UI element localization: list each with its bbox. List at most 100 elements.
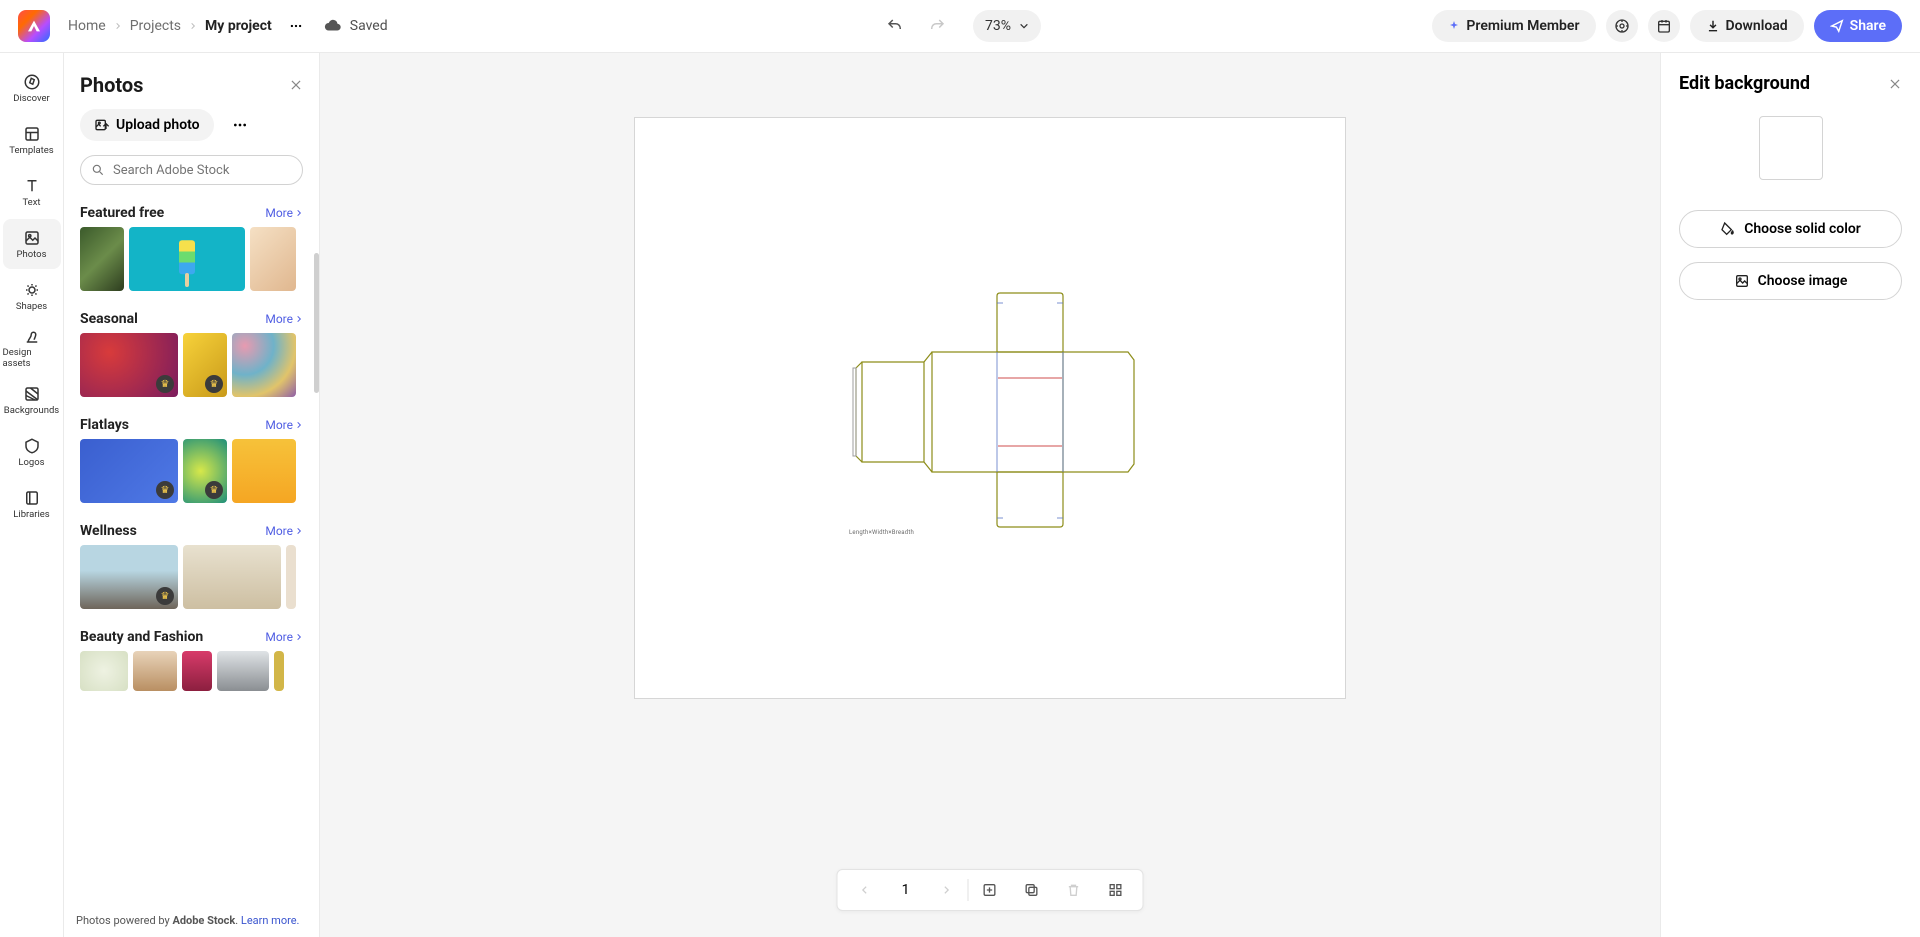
- photo-thumb[interactable]: ♛: [183, 439, 227, 503]
- premium-badge-icon: ♛: [156, 375, 174, 393]
- redo-button[interactable]: [921, 10, 953, 42]
- search-input[interactable]: [113, 163, 292, 178]
- add-page-button[interactable]: [969, 869, 1011, 911]
- chevron-right-icon: [114, 22, 122, 30]
- photo-thumb[interactable]: [217, 651, 269, 691]
- rail-text[interactable]: Text: [3, 167, 61, 217]
- panel-scrollbar[interactable]: [314, 253, 319, 393]
- rail-photos[interactable]: Photos: [3, 219, 61, 269]
- premium-badge-icon: ♛: [156, 587, 174, 605]
- premium-badge-icon: ♛: [205, 481, 223, 499]
- photo-thumb[interactable]: [129, 227, 245, 291]
- photo-thumb[interactable]: [133, 651, 177, 691]
- artboard[interactable]: Length×Width×Breadth: [634, 117, 1346, 699]
- page-number: 1: [886, 882, 926, 898]
- photo-thumb[interactable]: [250, 227, 296, 291]
- saved-label: Saved: [350, 18, 388, 34]
- photo-thumb[interactable]: [182, 651, 212, 691]
- rail-discover[interactable]: Discover: [3, 63, 61, 113]
- photo-thumb[interactable]: ♛: [80, 439, 178, 503]
- photo-thumb[interactable]: [80, 227, 124, 291]
- premium-button[interactable]: Premium Member: [1432, 10, 1595, 42]
- photo-thumb[interactable]: [183, 545, 281, 609]
- duplicate-page-button[interactable]: [1011, 869, 1053, 911]
- section-title: Beauty and Fashion: [80, 629, 203, 645]
- close-right-panel-button[interactable]: [1888, 77, 1902, 91]
- photos-panel: Photos Upload photo Featured free More: [64, 53, 320, 937]
- section-more-link[interactable]: More: [265, 524, 303, 538]
- choose-image-button[interactable]: Choose image: [1679, 262, 1902, 300]
- rail-shapes[interactable]: Shapes: [3, 271, 61, 321]
- package-dieline: [635, 118, 1347, 700]
- section-more-link[interactable]: More: [265, 630, 303, 644]
- top-center-controls: 73%: [879, 10, 1041, 42]
- panel-title: Photos: [80, 73, 289, 97]
- grid-view-button[interactable]: [1095, 869, 1137, 911]
- photo-thumb[interactable]: [286, 545, 296, 609]
- chevron-right-icon: [189, 22, 197, 30]
- photo-thumb[interactable]: ♛: [183, 333, 227, 397]
- right-panel: Edit background Choose solid color Choos…: [1660, 53, 1920, 937]
- photo-thumb[interactable]: ♛: [80, 545, 178, 609]
- project-more-menu[interactable]: [282, 12, 310, 40]
- undo-button[interactable]: [879, 10, 911, 42]
- breadcrumb-home[interactable]: Home: [68, 18, 106, 34]
- send-icon: [1830, 19, 1844, 33]
- top-right-controls: Premium Member Download Share: [1432, 10, 1902, 42]
- premium-badge-icon: ♛: [205, 375, 223, 393]
- page-navigator: 1: [837, 869, 1144, 911]
- learn-more-link[interactable]: Learn more.: [241, 914, 300, 927]
- paint-bucket-icon: [1720, 221, 1736, 237]
- cloud-icon: [324, 17, 342, 35]
- canvas-area[interactable]: Length×Width×Breadth 1: [320, 53, 1660, 937]
- rail-libraries[interactable]: Libraries: [3, 479, 61, 529]
- delete-page-button[interactable]: [1053, 869, 1095, 911]
- panel-footer: Photos powered by Adobe Stock. Learn mor…: [64, 906, 319, 937]
- photo-thumb[interactable]: [232, 333, 296, 397]
- breadcrumb-current[interactable]: My project: [205, 18, 272, 34]
- image-icon: [1734, 273, 1750, 289]
- rail-logos[interactable]: Logos: [3, 427, 61, 477]
- download-button[interactable]: Download: [1690, 10, 1804, 42]
- save-status: Saved: [324, 17, 388, 35]
- prev-page-button[interactable]: [844, 869, 886, 911]
- upload-more-menu[interactable]: [224, 109, 256, 141]
- top-bar: Home Projects My project Saved 73% Premi…: [0, 0, 1920, 53]
- section-more-link[interactable]: More: [265, 418, 303, 432]
- chevron-down-icon: [1019, 21, 1029, 31]
- section-more-link[interactable]: More: [265, 206, 303, 220]
- zoom-control[interactable]: 73%: [973, 10, 1041, 42]
- share-button[interactable]: Share: [1814, 10, 1902, 42]
- section-title: Wellness: [80, 523, 137, 539]
- next-page-button[interactable]: [926, 869, 968, 911]
- rail-templates[interactable]: Templates: [3, 115, 61, 165]
- background-color-swatch[interactable]: [1759, 116, 1823, 180]
- help-button[interactable]: [1606, 10, 1638, 42]
- photo-thumb[interactable]: [80, 651, 128, 691]
- panel-body[interactable]: Upload photo Featured free More Seasonal M…: [64, 109, 319, 906]
- photo-thumb[interactable]: [232, 439, 296, 503]
- download-icon: [1706, 19, 1720, 33]
- right-panel-title: Edit background: [1679, 73, 1888, 94]
- left-rail: Discover Templates Text Photos Shapes De…: [0, 53, 64, 937]
- search-input-wrapper[interactable]: [80, 155, 303, 185]
- artboard-label: Length×Width×Breadth: [849, 529, 914, 536]
- search-icon: [91, 163, 105, 177]
- close-panel-button[interactable]: [289, 78, 303, 92]
- zoom-value: 73%: [985, 18, 1011, 34]
- premium-badge-icon: ♛: [156, 481, 174, 499]
- image-upload-icon: [94, 117, 110, 133]
- section-title: Seasonal: [80, 311, 138, 327]
- breadcrumb-projects[interactable]: Projects: [130, 18, 181, 34]
- choose-solid-color-button[interactable]: Choose solid color: [1679, 210, 1902, 248]
- calendar-button[interactable]: [1648, 10, 1680, 42]
- photo-thumb[interactable]: [274, 651, 284, 691]
- photo-thumb[interactable]: ♛: [80, 333, 178, 397]
- sparkle-icon: [1448, 20, 1460, 32]
- upload-photo-button[interactable]: Upload photo: [80, 109, 214, 141]
- rail-backgrounds[interactable]: Backgrounds: [3, 375, 61, 425]
- app-logo[interactable]: [18, 10, 50, 42]
- section-title: Featured free: [80, 205, 164, 221]
- section-more-link[interactable]: More: [265, 312, 303, 326]
- rail-design-assets[interactable]: Design assets: [3, 323, 61, 373]
